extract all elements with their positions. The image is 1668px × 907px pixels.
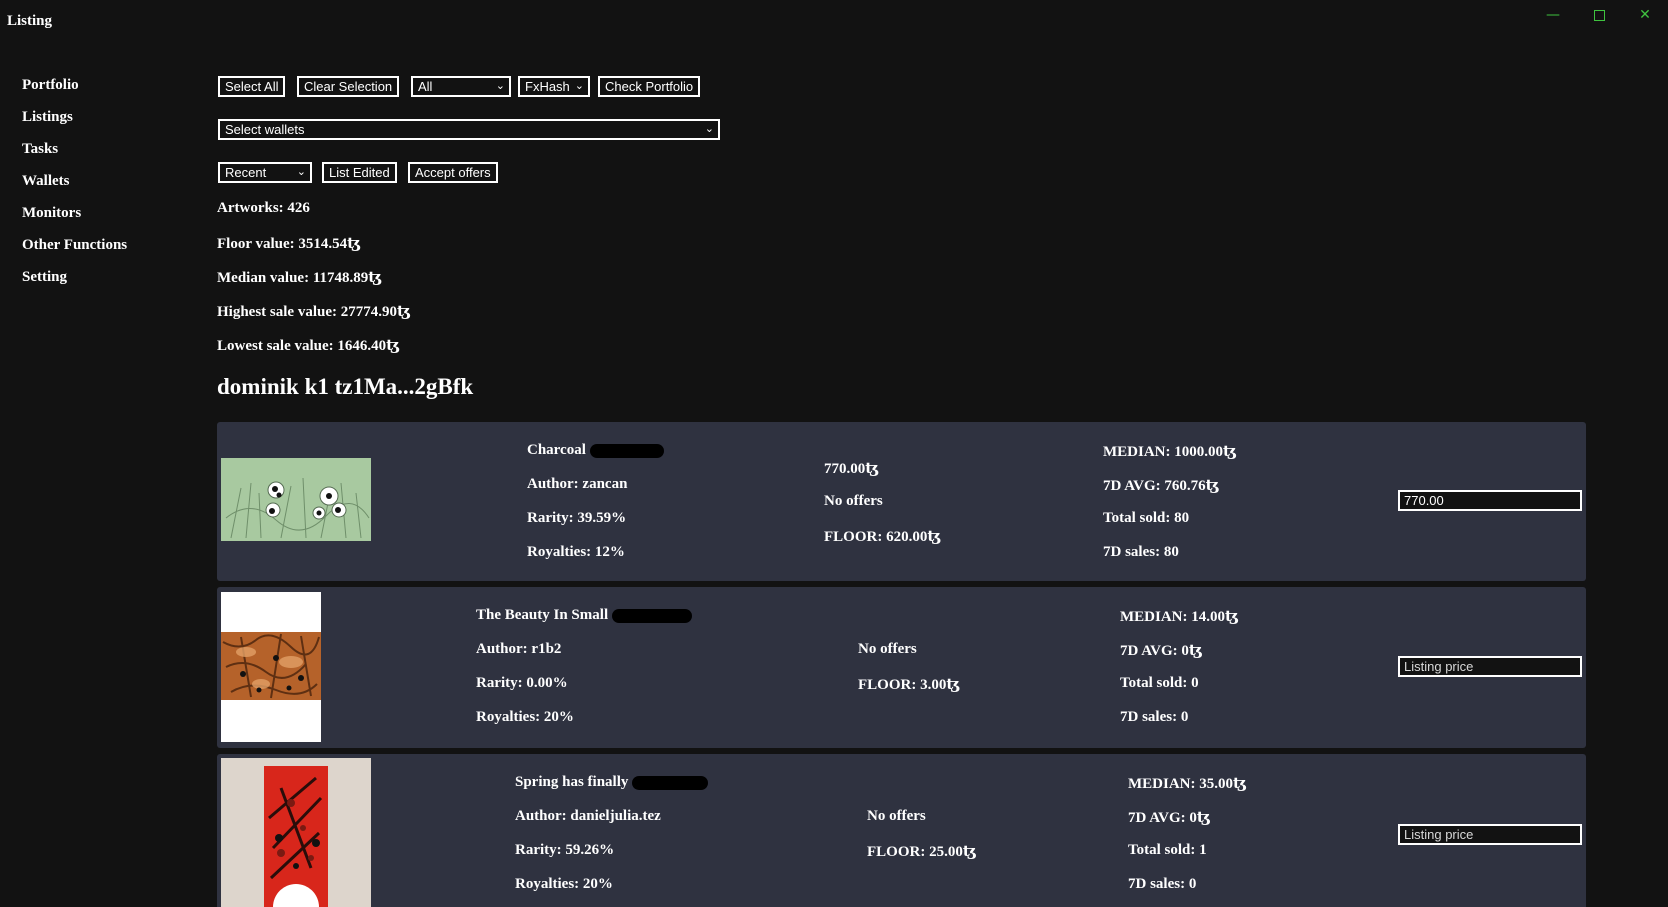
filter-select[interactable]: All ⌄ [411, 76, 511, 97]
maximize-icon[interactable] [1585, 4, 1613, 26]
sidebar-item-tasks[interactable]: Tasks [22, 140, 127, 172]
stat-median-value: Median value: 11748.89ꜩ [217, 270, 382, 286]
listing-floor: FLOOR: 620.00ꜩ [824, 529, 941, 545]
listing-author: Author: r1b2 [476, 641, 562, 657]
platform-select-value: FxHash [525, 79, 570, 94]
listing-floor: FLOOR: 3.00ꜩ [858, 677, 960, 693]
listing-rarity: Rarity: 0.00% [476, 675, 568, 691]
listing-price-input[interactable] [1398, 824, 1582, 845]
window-title: Listing [7, 13, 53, 29]
sidebar-item-wallets[interactable]: Wallets [22, 172, 127, 204]
listing-title: Spring has finally [515, 774, 709, 791]
listing-price-input[interactable] [1398, 490, 1582, 511]
listing-author: Author: danieljulia.tez [515, 808, 661, 824]
listing-median: MEDIAN: 14.00ꜩ [1120, 609, 1239, 625]
stat-artworks: Artworks: 426 [217, 200, 310, 216]
listing-author: Author: zancan [527, 476, 628, 492]
select-all-button[interactable]: Select All [218, 76, 286, 97]
list-edited-button[interactable]: List Edited [322, 162, 397, 183]
sidebar-item-listings[interactable]: Listings [22, 108, 127, 140]
clear-selection-button[interactable]: Clear Selection [297, 76, 400, 97]
sidebar-item-monitors[interactable]: Monitors [22, 204, 127, 236]
artwork-thumbnail [221, 458, 371, 541]
chevron-down-icon: ⌄ [495, 80, 505, 92]
minimize-icon[interactable]: — [1539, 4, 1567, 26]
chevron-down-icon: ⌄ [574, 80, 584, 92]
listing-total-sold: Total sold: 0 [1120, 675, 1199, 691]
listing-card[interactable]: The Beauty In Small Author: r1b2 Rarity:… [217, 587, 1586, 748]
listing-royalties: Royalties: 20% [476, 709, 574, 725]
listing-offers: No offers [867, 808, 926, 824]
platform-select[interactable]: FxHash ⌄ [518, 76, 590, 97]
listing-price-input[interactable] [1398, 656, 1582, 677]
listing-7d-avg: 7D AVG: 0ꜩ [1128, 810, 1211, 826]
stat-highest-sale: Highest sale value: 27774.90ꜩ [217, 304, 411, 320]
listing-7d-sales: 7D sales: 0 [1128, 876, 1197, 892]
listing-total-sold: Total sold: 1 [1128, 842, 1207, 858]
redaction-mark [632, 775, 709, 790]
filter-select-value: All [418, 79, 433, 94]
listing-card[interactable]: Spring has finally Author: danieljulia.t… [217, 754, 1586, 907]
listing-floor: FLOOR: 25.00ꜩ [867, 844, 977, 860]
listing-rarity: Rarity: 59.26% [515, 842, 615, 858]
accept-offers-button[interactable]: Accept offers [408, 162, 498, 183]
chevron-down-icon: ⌄ [296, 166, 306, 178]
artwork-thumbnail [221, 758, 371, 907]
listing-royalties: Royalties: 12% [527, 544, 625, 560]
listing-7d-sales: 7D sales: 0 [1120, 709, 1189, 725]
wallet-heading: dominik k1 tz1Ma...2gBfk [217, 374, 474, 399]
listing-7d-sales: 7D sales: 80 [1103, 544, 1179, 560]
listing-title: The Beauty In Small [476, 607, 693, 624]
sort-select[interactable]: Recent ⌄ [218, 162, 312, 183]
redaction-mark [589, 443, 664, 458]
listing-7d-avg: 7D AVG: 760.76ꜩ [1103, 478, 1220, 494]
listing-offers: No offers [858, 641, 917, 657]
sidebar-item-setting[interactable]: Setting [22, 268, 127, 300]
listing-offers: No offers [824, 493, 883, 509]
wallet-select-value: Select wallets [225, 122, 305, 137]
listing-current-price: 770.00ꜩ [824, 461, 879, 477]
listing-royalties: Royalties: 20% [515, 876, 613, 892]
title-bar: Listing — ✕ [0, 0, 1668, 44]
redaction-mark [612, 608, 693, 623]
listing-median: MEDIAN: 1000.00ꜩ [1103, 444, 1237, 460]
stat-floor-value: Floor value: 3514.54ꜩ [217, 236, 361, 252]
sidebar-item-portfolio[interactable]: Portfolio [22, 76, 127, 108]
listing-rarity: Rarity: 39.59% [527, 510, 627, 526]
sidebar: Portfolio Listings Tasks Wallets Monitor… [22, 76, 127, 300]
check-portfolio-button[interactable]: Check Portfolio [598, 76, 701, 97]
wallet-select[interactable]: Select wallets ⌄ [218, 119, 720, 140]
chevron-down-icon: ⌄ [704, 123, 714, 135]
listing-title: Charcoal [527, 442, 664, 459]
sort-select-value: Recent [225, 165, 267, 180]
listing-7d-avg: 7D AVG: 0ꜩ [1120, 643, 1203, 659]
stat-lowest-sale: Lowest sale value: 1646.40ꜩ [217, 338, 400, 354]
close-icon[interactable]: ✕ [1631, 4, 1659, 26]
listing-total-sold: Total sold: 80 [1103, 510, 1190, 526]
artwork-thumbnail [221, 592, 321, 742]
listing-card[interactable]: Charcoal Author: zancan Rarity: 39.59% R… [217, 422, 1586, 581]
listing-median: MEDIAN: 35.00ꜩ [1128, 776, 1247, 792]
sidebar-item-other-functions[interactable]: Other Functions [22, 236, 127, 268]
